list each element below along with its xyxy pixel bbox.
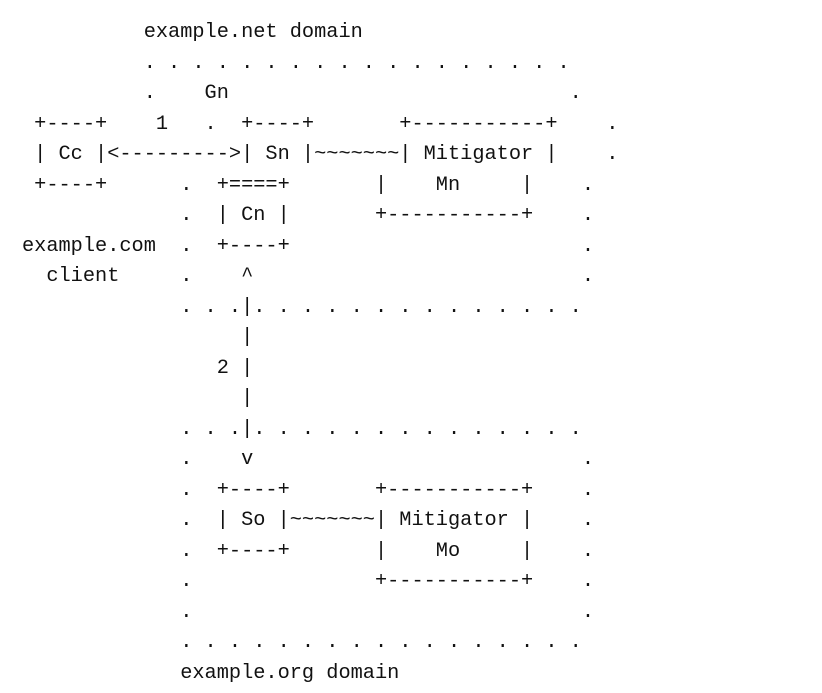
ascii-diagram: example.net domain . . . . . . . . . . .…	[22, 18, 618, 689]
box-top-cc-sn-mitigator-row: +----+ 1 . +----+ +-----------+ .	[22, 112, 619, 136]
arrow-down-row: . v .	[22, 448, 595, 471]
link-2-row-a: |	[22, 326, 254, 349]
domain-label-example-org: example.org domain	[22, 661, 400, 685]
gateway-label-gn-row: . Gn .	[22, 82, 582, 105]
box-bottom-cc-sn-row: +----+ . +====+ | Mn | .	[22, 173, 595, 197]
empty-org-row: . .	[22, 600, 595, 624]
link-2-row-b: |	[22, 387, 254, 410]
domain-label-example-net: example.net domain	[22, 21, 363, 44]
cc-sn-mitigator-link-row: | Cc |<--------->| Sn |~~~~~~~| Mitigato…	[22, 143, 619, 166]
so-mitigator-link-row: . | So |~~~~~~~| Mitigator | .	[22, 509, 595, 532]
mitigator-mo-bottom-row: . +-----------+ .	[22, 570, 595, 593]
client-label-row: client . ^ .	[22, 265, 595, 288]
dotted-border-top-org: . . .|. . . . . . . . . . . . . .	[22, 417, 582, 441]
cn-box-row: . | Cn | +-----------+ .	[22, 204, 595, 227]
dotted-border-bottom-net: . . .|. . . . . . . . . . . . . .	[22, 295, 582, 319]
dotted-border-top-net: . . . . . . . . . . . . . . . . . .	[22, 51, 570, 75]
client-label-example-com-row: example.com . +----+ .	[22, 234, 595, 258]
link-2-label-row: 2 |	[22, 356, 254, 380]
box-bottom-so-row: . +----+ | Mo | .	[22, 539, 595, 563]
box-top-so-mitigator-row: . +----+ +-----------+ .	[22, 478, 595, 502]
dotted-border-bottom-org: . . . . . . . . . . . . . . . . .	[22, 631, 582, 654]
